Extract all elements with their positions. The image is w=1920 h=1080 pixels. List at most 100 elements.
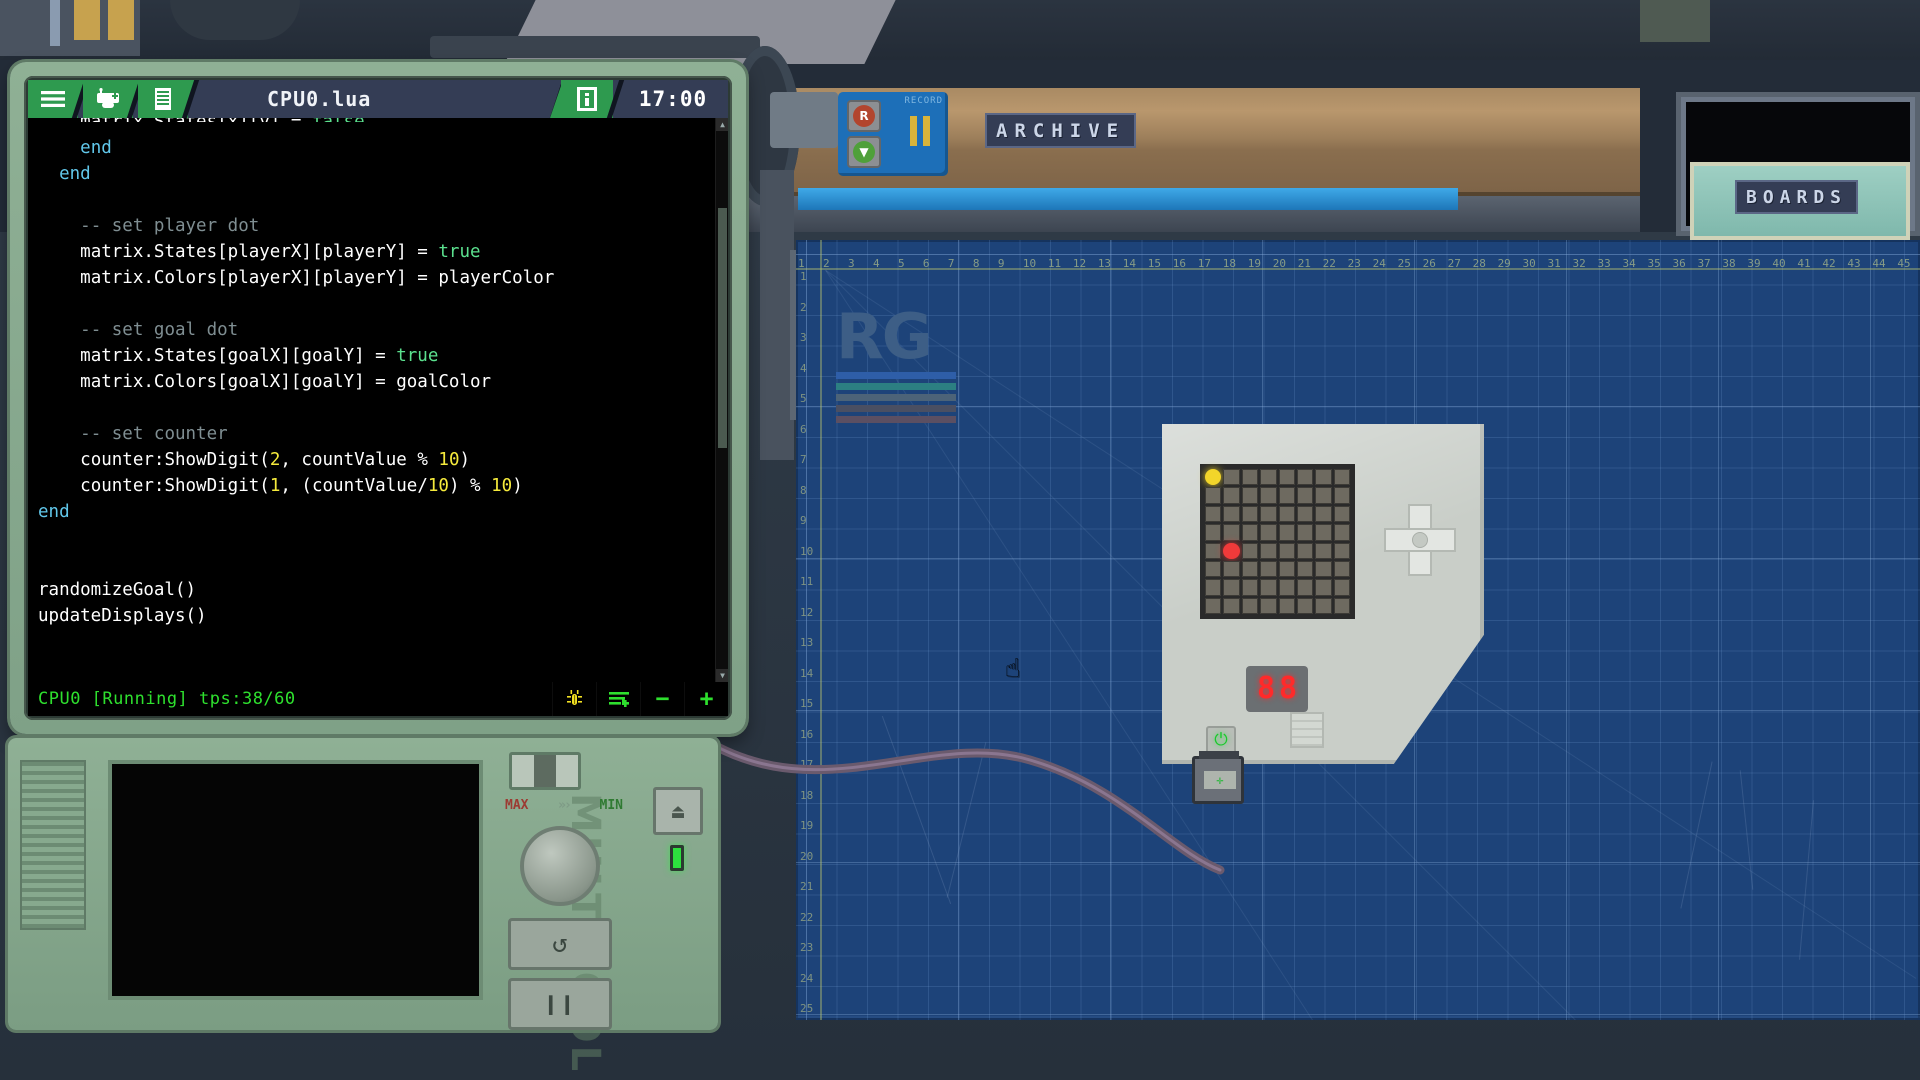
- mat-logo: RG: [836, 308, 956, 427]
- led-pixel: [1260, 598, 1276, 614]
- code-line: randomizeGoal(): [38, 577, 705, 603]
- led-pixel: [1334, 524, 1350, 540]
- led-pixel: [1242, 598, 1258, 614]
- zoom-out-button[interactable]: −: [640, 682, 684, 716]
- scrollbar-thumb[interactable]: [718, 208, 727, 448]
- multitool-vent: [20, 760, 86, 930]
- ruler-tick: 3: [846, 257, 871, 270]
- reset-icon: ↺: [552, 929, 568, 959]
- pin-row: [910, 116, 936, 162]
- multitool-eject-button[interactable]: ⏏: [653, 787, 703, 835]
- led-pixel: [1223, 487, 1239, 503]
- multitool-speed-knob[interactable]: [520, 826, 600, 906]
- led-pixel: [1205, 579, 1221, 595]
- ruler-tick: 4: [871, 257, 896, 270]
- led-pixel: [1334, 579, 1350, 595]
- ruler-tick: 14: [798, 667, 826, 698]
- mouse-cursor: ☝: [1005, 654, 1021, 684]
- ruler-tick: 37: [1695, 257, 1720, 270]
- gadget-plug[interactable]: ✛: [1192, 756, 1244, 804]
- ruler-tick: 5: [798, 392, 826, 423]
- d-pad[interactable]: [1384, 504, 1456, 576]
- machine-rail: [760, 170, 794, 460]
- code-line: counter:ShowDigit(1, (countValue/10) % 1…: [38, 473, 705, 499]
- code-editor-area[interactable]: matrix.States[x][y] = false end end -- s…: [28, 118, 728, 682]
- gamepad-icon-glyph: [94, 88, 122, 110]
- led-pixel: [1260, 524, 1276, 540]
- code-line: -- set counter: [38, 421, 705, 447]
- code-line: end: [38, 135, 705, 161]
- code-line: end: [38, 161, 705, 187]
- ruler-tick: 10: [1021, 257, 1046, 270]
- power-button[interactable]: ⏻: [1206, 726, 1236, 754]
- window-titlebar: CPU0.lua 17:00: [28, 80, 728, 118]
- ruler-tick: 38: [1720, 257, 1745, 270]
- led-pixel: [1279, 469, 1295, 485]
- code-text[interactable]: matrix.States[x][y] = false end end -- s…: [28, 118, 715, 682]
- gamepad-icon[interactable]: [83, 80, 133, 118]
- format-lines-icon-glyph: [608, 690, 630, 708]
- cpu-code-window[interactable]: CPU0.lua 17:00: [10, 62, 746, 734]
- ruler-tick: 16: [1171, 257, 1196, 270]
- led-pixel: [1242, 469, 1258, 485]
- menu-icon[interactable]: [28, 80, 78, 118]
- dial-arrows: »›: [558, 798, 570, 813]
- multitool-pause-button[interactable]: ❙❙: [508, 978, 612, 1030]
- handheld-gadget[interactable]: 8 8 ⏻: [1162, 424, 1484, 764]
- record-label: RECORD: [904, 96, 943, 106]
- multitool-screen[interactable]: [108, 760, 483, 1000]
- scroll-up-arrow[interactable]: ▲: [716, 118, 728, 131]
- clock: 17:00: [618, 80, 728, 118]
- ruler-tick: 11: [1046, 257, 1071, 270]
- led-pixel: [1279, 598, 1295, 614]
- debug-bug-button[interactable]: [552, 682, 596, 716]
- play-button[interactable]: ▼: [847, 136, 881, 168]
- led-pixel: [1279, 543, 1295, 559]
- led-pixel: [1297, 487, 1313, 503]
- led-pixel: [1260, 579, 1276, 595]
- counter-digit-2: 8: [1279, 674, 1297, 704]
- led-pixel: [1315, 524, 1331, 540]
- led-pixel: [1315, 506, 1331, 522]
- record-button[interactable]: R: [847, 100, 881, 132]
- multitool-mode-switch[interactable]: [509, 752, 581, 790]
- zoom-in-button[interactable]: +: [684, 682, 728, 716]
- pause-icon: ❙❙: [544, 990, 577, 1018]
- ruler-tick: 5: [896, 257, 921, 270]
- led-pixel: [1205, 561, 1221, 577]
- led-pixel: [1334, 598, 1350, 614]
- led-pixel: [1297, 561, 1313, 577]
- ruler-tick: 7: [946, 257, 971, 270]
- format-lines-button[interactable]: [596, 682, 640, 716]
- led-matrix-display[interactable]: [1200, 464, 1355, 619]
- scroll-down-arrow[interactable]: ▼: [716, 669, 728, 682]
- led-goal-dot: [1223, 543, 1239, 559]
- code-line: matrix.States[playerX][playerY] = true: [38, 239, 705, 265]
- mat-ruler-top: 1234567891011121314151617181920212223242…: [796, 240, 1920, 270]
- multitool-reset-button[interactable]: ↺: [508, 918, 612, 970]
- code-line: matrix.States[x][y] = false: [38, 118, 705, 122]
- led-pixel: [1260, 487, 1276, 503]
- dpad-center[interactable]: [1412, 532, 1428, 548]
- multitool-dial-scale: MAX »› MIN: [505, 798, 623, 813]
- mat-logo-bar: [836, 383, 956, 390]
- mat-logo-bars: [836, 372, 956, 423]
- game-screen: RECORD R ▼ ARCHIVE BOARDS 12345678910111…: [0, 0, 1920, 1080]
- led-pixel: [1223, 506, 1239, 522]
- led-pixel: [1334, 487, 1350, 503]
- file-icon[interactable]: [138, 80, 188, 118]
- archive-label: ARCHIVE: [985, 113, 1136, 148]
- record-device[interactable]: RECORD R ▼: [838, 92, 948, 176]
- ruler-tick: 23: [1346, 257, 1371, 270]
- editor-scrollbar[interactable]: ▲ ▼: [715, 118, 728, 682]
- code-line: end: [38, 499, 705, 525]
- led-pixel: [1205, 506, 1221, 522]
- led-pixel: [1223, 561, 1239, 577]
- ruler-tick: 26: [1421, 257, 1446, 270]
- led-pixel: [1223, 598, 1239, 614]
- info-icon[interactable]: [561, 80, 613, 118]
- titlebar-tools: [28, 80, 193, 118]
- cpu-status-bar: CPU0 [Running] tps:38/60: [28, 682, 728, 716]
- machine-chip-b: [108, 0, 134, 40]
- led-pixel: [1279, 579, 1295, 595]
